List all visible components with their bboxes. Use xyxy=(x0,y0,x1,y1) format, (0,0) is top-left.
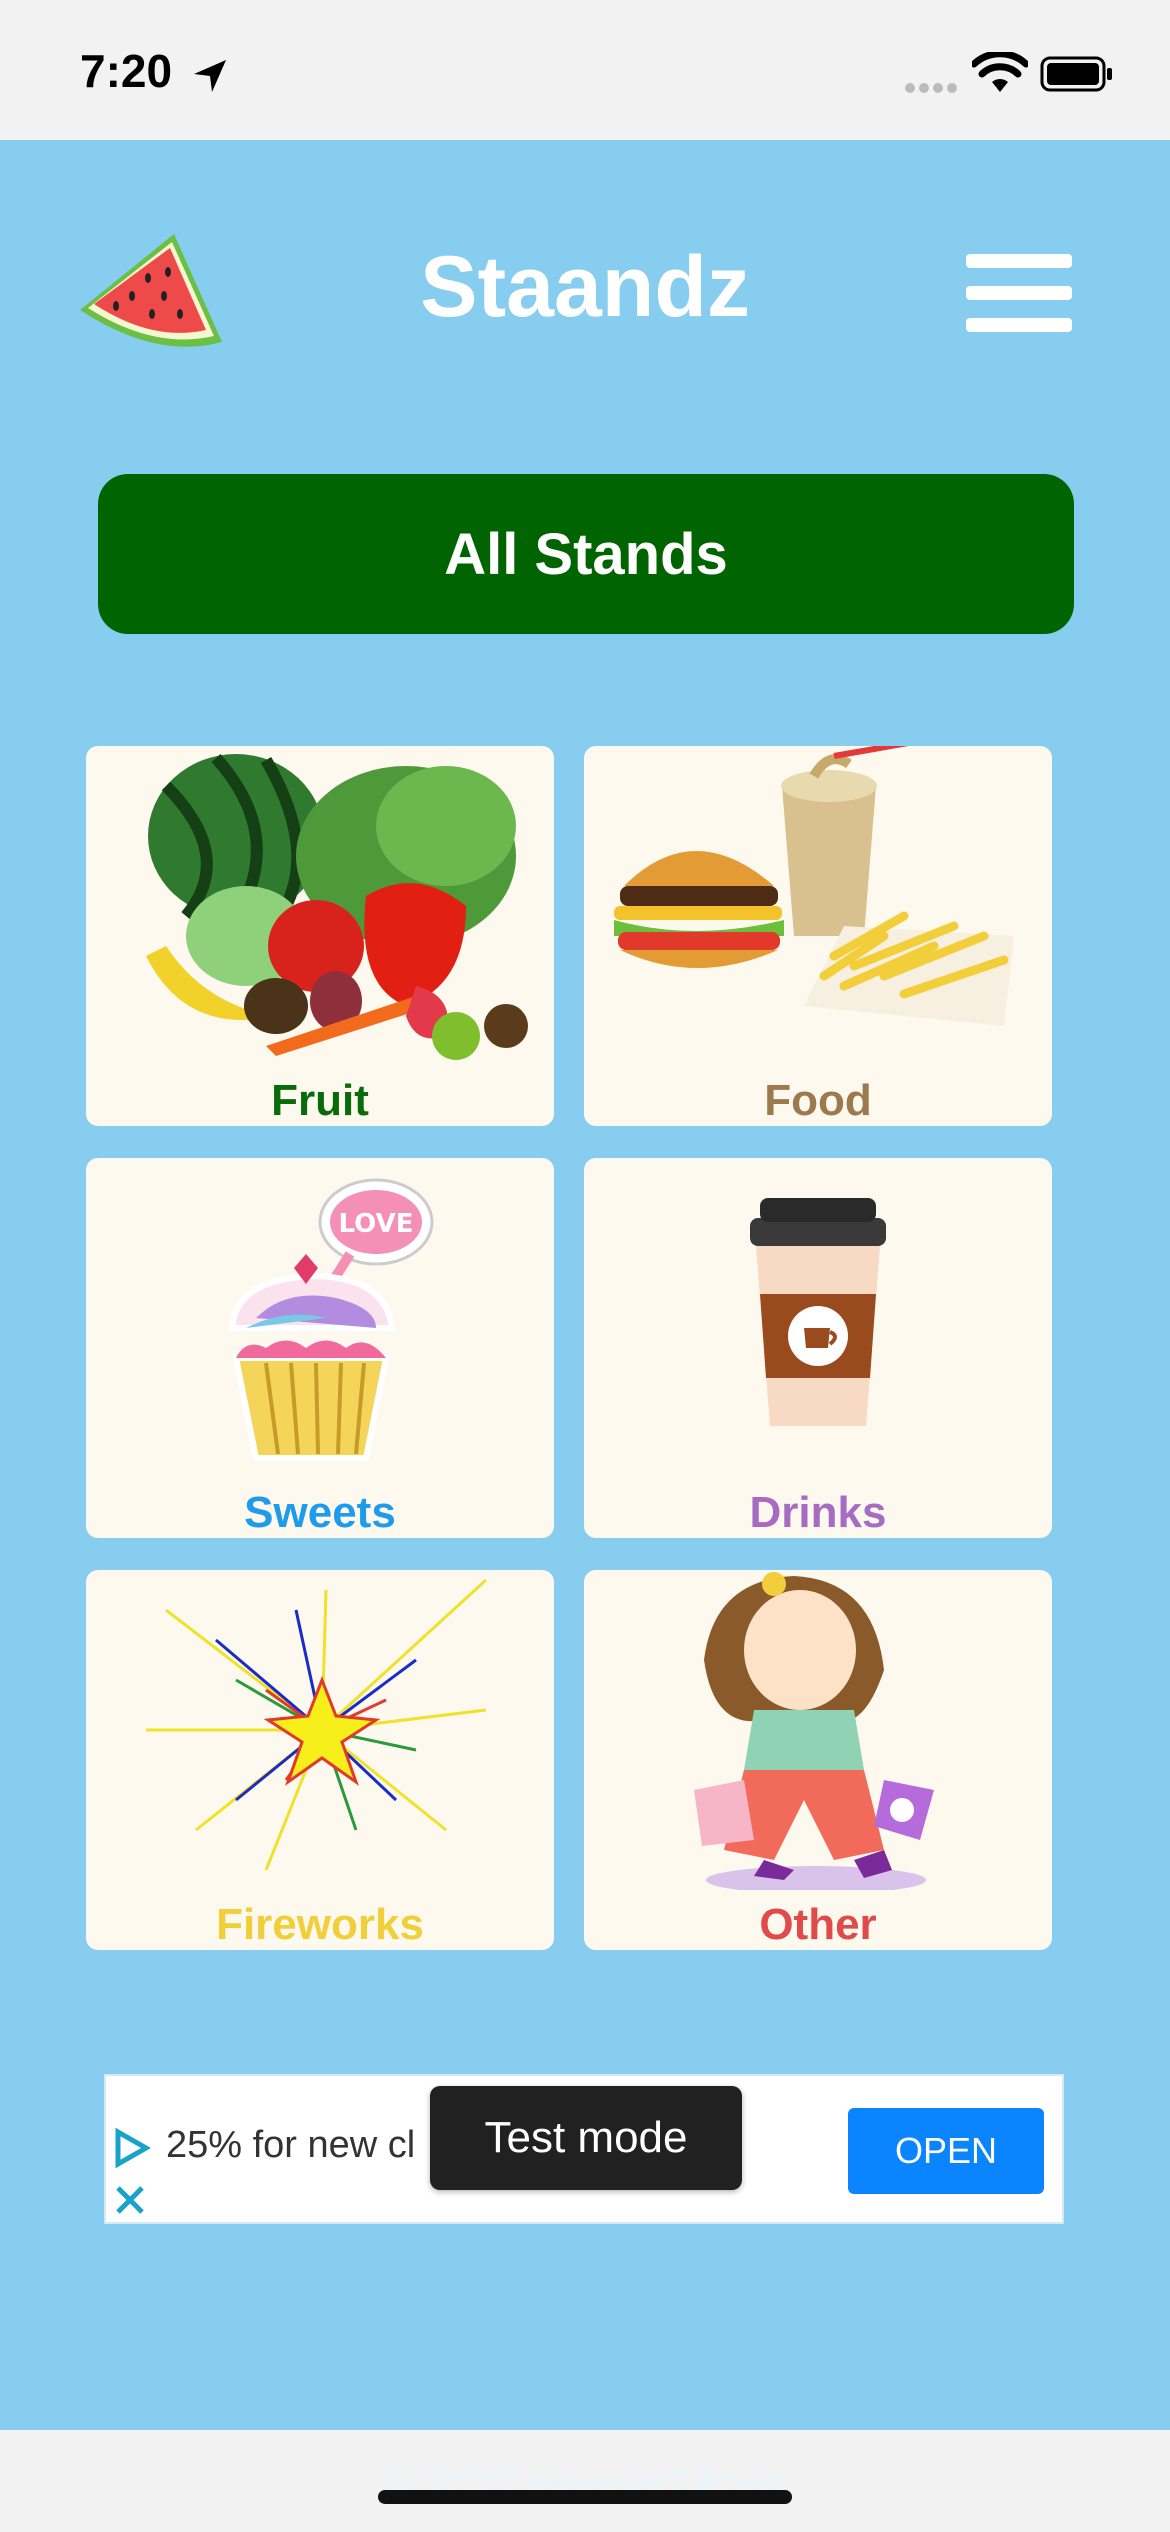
ad-close-icon[interactable] xyxy=(112,2182,148,2218)
food-image-icon xyxy=(614,746,1014,1026)
app-screen: Staandz All Stands Fruit Food LOVE Sweet… xyxy=(0,140,1170,2507)
battery-icon xyxy=(1040,56,1112,92)
shopping-girl-image-icon xyxy=(694,1572,934,1890)
cupcake-image-icon: LOVE xyxy=(228,1178,434,1461)
cellular-signal-icon xyxy=(905,83,957,93)
ad-choices-icon[interactable] xyxy=(112,2128,152,2168)
category-tile-food[interactable]: Food xyxy=(584,746,1052,1126)
tile-label-drinks: Drinks xyxy=(749,1488,887,1537)
wifi-icon xyxy=(972,52,1028,92)
coffee-cup-image-icon xyxy=(750,1198,886,1426)
fruit-image-icon xyxy=(146,753,528,1060)
tile-label-food: Food xyxy=(764,1076,872,1125)
ad-text: 25% for new cl xyxy=(166,2124,416,2166)
status-time: 7:20 xyxy=(80,45,173,97)
category-tile-fireworks[interactable]: Fireworks xyxy=(86,1570,554,1950)
tile-label-sweets: Sweets xyxy=(244,1488,396,1537)
home-indicator[interactable] xyxy=(378,2490,792,2504)
fireworks-image-icon xyxy=(146,1578,488,1871)
all-stands-button[interactable]: All Stands xyxy=(98,474,1074,634)
category-tile-other[interactable]: Other xyxy=(584,1570,1052,1950)
category-tile-fruit[interactable]: Fruit xyxy=(86,746,554,1126)
tile-label-other: Other xyxy=(759,1900,877,1949)
tile-label-fruit: Fruit xyxy=(271,1076,369,1125)
status-bar: 7:20 xyxy=(0,0,1170,140)
svg-text:LOVE: LOVE xyxy=(339,1209,414,1239)
location-arrow-icon xyxy=(194,60,226,92)
category-tile-drinks[interactable]: Drinks xyxy=(584,1158,1052,1538)
tile-label-fireworks: Fireworks xyxy=(216,1900,424,1949)
test-mode-badge: Test mode xyxy=(430,2086,742,2190)
ad-open-button[interactable]: OPEN xyxy=(848,2108,1044,2194)
category-tile-sweets[interactable]: LOVE Sweets xyxy=(86,1158,554,1538)
hamburger-menu-icon[interactable] xyxy=(966,254,1072,332)
